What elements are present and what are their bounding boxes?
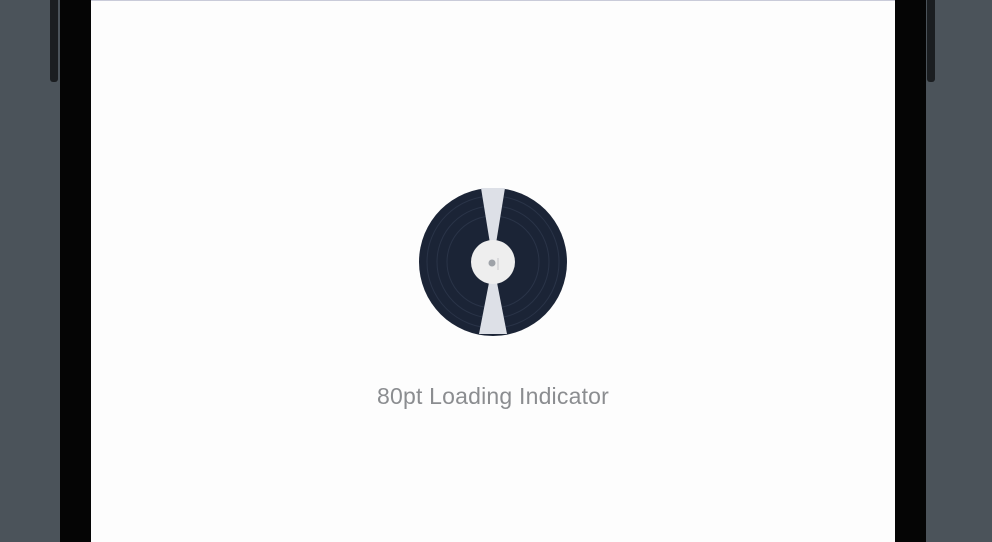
app-screen: 80pt Loading Indicator bbox=[91, 0, 895, 542]
vinyl-record-icon bbox=[419, 188, 567, 336]
side-volume-button bbox=[50, 0, 58, 82]
simulator-window: 80pt Loading Indicator bbox=[0, 0, 992, 542]
loading-indicator bbox=[418, 187, 568, 337]
record-spindle bbox=[488, 259, 496, 267]
loader-caption: 80pt Loading Indicator bbox=[376, 383, 610, 409]
side-power-button bbox=[927, 0, 935, 82]
